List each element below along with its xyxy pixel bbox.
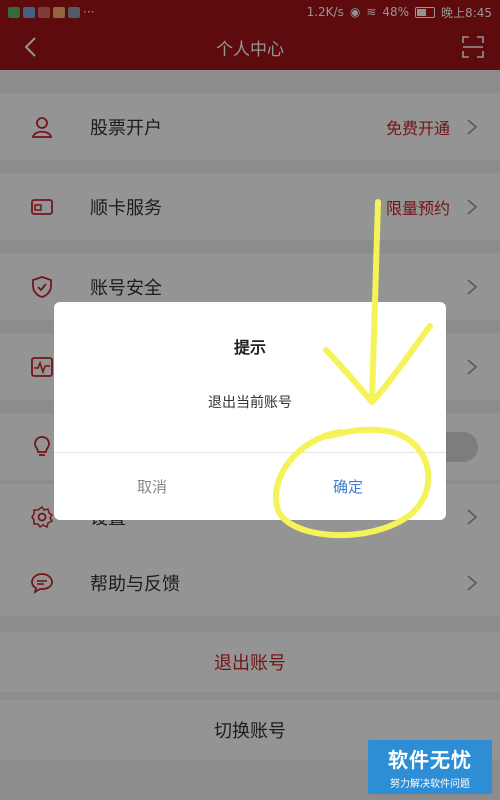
dialog-title: 提示 [233,338,266,357]
watermark-title: 软件无忧 [388,748,472,772]
dialog-message: 退出当前账号 [208,395,292,411]
confirm-dialog: 提示 退出当前账号 取消 确定 [54,302,446,520]
cancel-button[interactable]: 取消 [54,453,250,520]
confirm-button[interactable]: 确定 [250,453,446,520]
watermark: 软件无忧 努力解决软件问题 [368,740,492,794]
watermark-subtitle: 努力解决软件问题 [390,779,470,790]
